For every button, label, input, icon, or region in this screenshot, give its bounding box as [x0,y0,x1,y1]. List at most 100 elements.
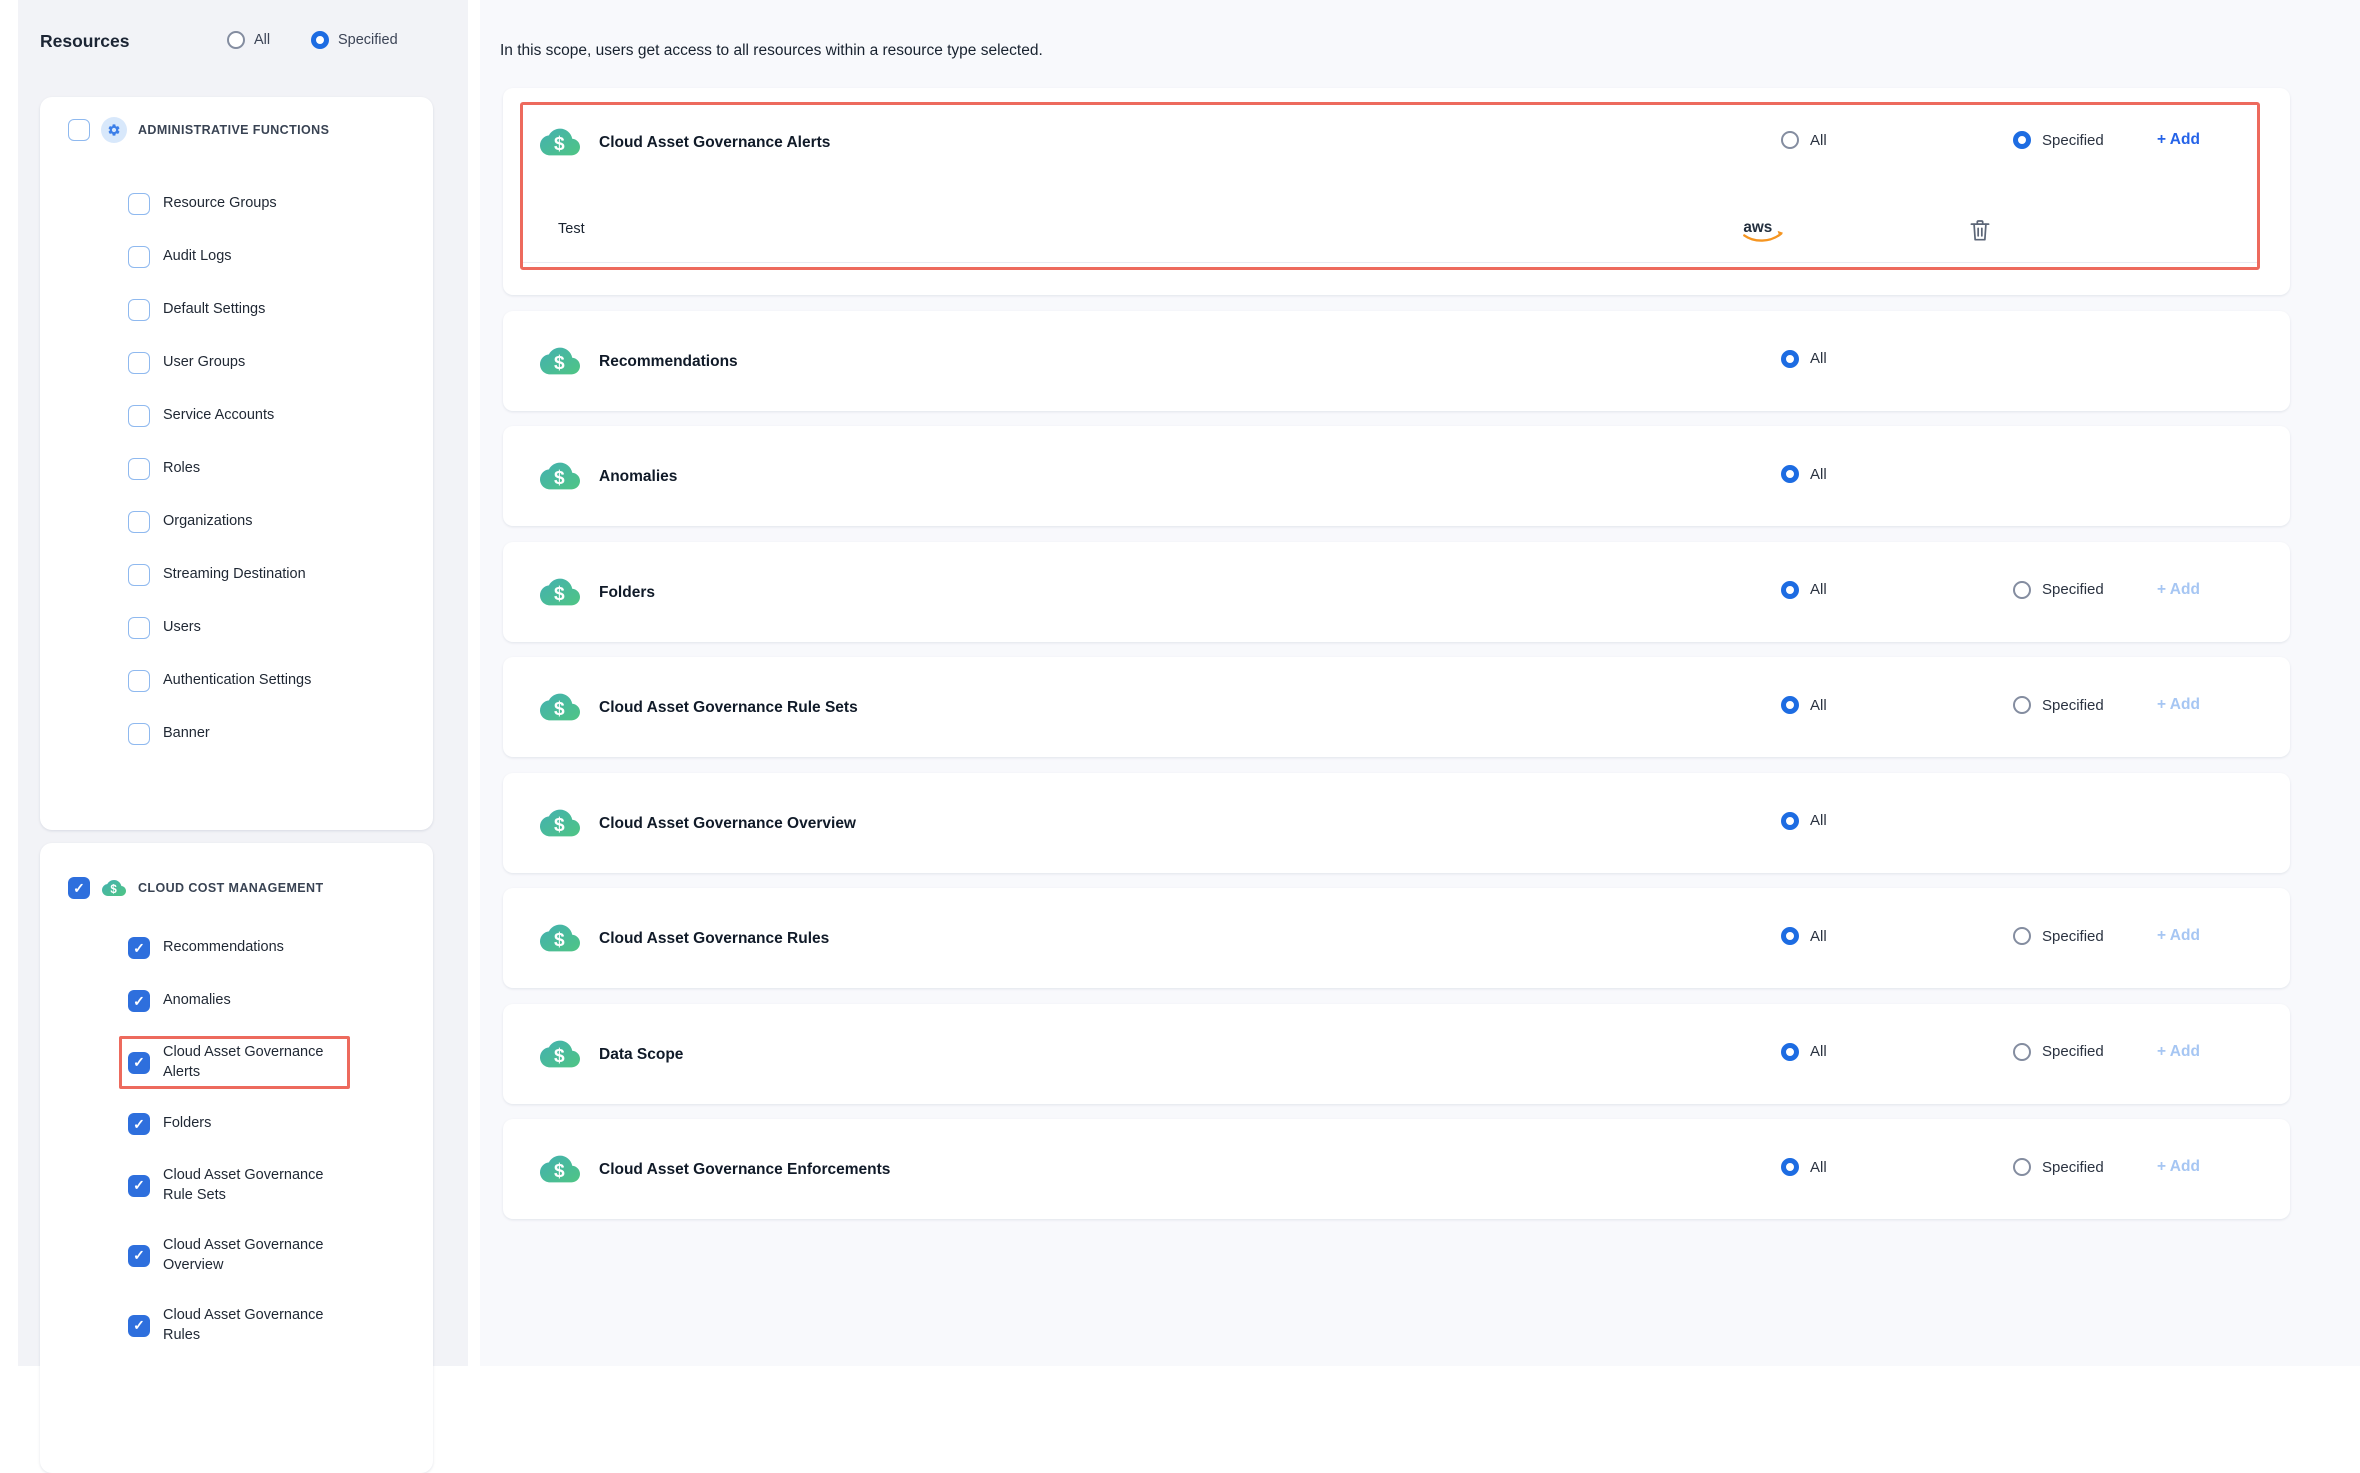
highlight-frame [520,102,2260,270]
radio-all[interactable] [227,31,245,49]
scope-option-all[interactable]: All [1781,1043,1827,1061]
radio-all[interactable] [1781,465,1799,483]
resource-label: Cloud Asset Governance Rule Sets [163,1166,338,1205]
scope-option-all[interactable]: All [1781,131,1827,149]
radio-specified-label: Specified [2042,1043,2104,1060]
section-label: ADMINISTRATIVE FUNCTIONS [138,123,329,137]
scope-option-specified[interactable]: Specified [2013,581,2104,599]
sidebar-resource-item: Streaming Destination [128,564,338,586]
resource-checkbox[interactable] [128,458,150,480]
cloud-dollar-icon: $ [540,1034,580,1074]
radio-specified[interactable] [2013,1158,2031,1176]
resource-checkbox[interactable] [128,1245,150,1267]
radio-all-label: All [1810,812,1827,829]
radio-all[interactable] [1781,581,1799,599]
scope-option-specified[interactable]: Specified [2013,927,2104,945]
radio-specified-label: Specified [2042,581,2104,598]
sidebar-resource-item: Default Settings [128,299,338,321]
scope-option-all[interactable]: All [1781,812,1827,830]
section-items: Recommendations Anomalies Cloud Asset Go… [128,937,433,1346]
radio-all-label: All [254,32,270,48]
radio-specified[interactable] [2013,581,2031,599]
resource-type-card: $ Recommendations All Specified + Add [503,311,2290,411]
radio-all[interactable] [1781,350,1799,368]
resource-type-card-highlighted: $ Cloud Asset Governance Alerts All Spec… [503,88,2290,295]
radio-specified[interactable] [2013,1043,2031,1061]
radio-all-label: All [1810,1159,1827,1176]
resource-checkbox[interactable] [128,990,150,1012]
radio-specified-label: Specified [2042,132,2104,149]
scope-option-all[interactable]: All [1781,696,1827,714]
scope-option-all[interactable]: All [1781,465,1827,483]
resource-checkbox[interactable] [128,937,150,959]
resource-label: Banner [163,724,338,744]
resource-cards: $ Cloud Asset Governance Alerts All Spec… [503,88,2290,1219]
radio-all[interactable] [1781,131,1799,149]
sidebar-scope-all[interactable]: All [227,31,270,49]
divider [520,262,2260,263]
svg-text:$: $ [554,815,565,836]
add-button[interactable]: + Add [2157,927,2200,945]
sidebar-resource-item: Cloud Asset Governance Overview [128,1236,338,1275]
cloud-dollar-icon: $ [540,1149,580,1189]
resource-type-card: $ Anomalies All Specified + Add [503,426,2290,526]
sidebar-resource-item: Audit Logs [128,246,338,268]
radio-all[interactable] [1781,812,1799,830]
radio-all[interactable] [1781,696,1799,714]
resource-checkbox[interactable] [128,723,150,745]
resource-checkbox[interactable] [128,1175,150,1197]
scope-option-specified[interactable]: Specified [2013,131,2104,149]
resource-checkbox[interactable] [128,1113,150,1135]
scope-option-all[interactable]: All [1781,581,1827,599]
resource-label: Anomalies [163,991,338,1011]
section-checkbox[interactable] [68,119,90,141]
resource-checkbox[interactable] [128,1052,150,1074]
add-button[interactable]: + Add [2157,1043,2200,1061]
resource-type-card: $ Cloud Asset Governance Rules All Speci… [503,888,2290,988]
add-button[interactable]: + Add [2157,1158,2200,1176]
radio-specified-label: Specified [2042,928,2104,945]
radio-specified[interactable] [2013,131,2031,149]
sidebar-scope-specified[interactable]: Specified [311,31,398,49]
radio-all-label: All [1810,350,1827,367]
sidebar-resource-item: Authentication Settings [128,670,338,692]
scope-option-specified[interactable]: Specified [2013,1158,2104,1176]
sidebar-resource-item: Resource Groups [128,193,338,215]
resource-checkbox[interactable] [128,1315,150,1337]
radio-all[interactable] [1781,1043,1799,1061]
resources-sidebar: Resources All Specified ADMINISTRATIVE F… [18,0,468,1366]
scope-option-all[interactable]: All [1781,927,1827,945]
resource-checkbox[interactable] [128,299,150,321]
add-button[interactable]: + Add [2157,696,2200,714]
scope-option-all[interactable]: All [1781,350,1827,368]
section-checkbox[interactable] [68,877,90,899]
radio-all[interactable] [1781,1158,1799,1176]
resource-checkbox[interactable] [128,352,150,374]
scope-option-specified[interactable]: Specified [2013,696,2104,714]
delete-icon[interactable] [1967,216,1993,249]
scope-option-all[interactable]: All [1781,1158,1827,1176]
resource-checkbox[interactable] [128,564,150,586]
sidebar-resource-item: Cloud Asset Governance Rules [128,1306,338,1345]
radio-specified[interactable] [2013,696,2031,714]
radio-all[interactable] [1781,927,1799,945]
resource-checkbox[interactable] [128,405,150,427]
scope-option-specified[interactable]: Specified [2013,1043,2104,1061]
svg-text:$: $ [554,699,565,720]
resource-type-title: Anomalies [599,468,677,486]
svg-text:$: $ [554,1161,565,1182]
radio-specified[interactable] [2013,927,2031,945]
cloud-dollar-icon: $ [540,572,580,612]
resource-checkbox[interactable] [128,617,150,639]
resource-label: Resource Groups [163,194,338,214]
resource-checkbox[interactable] [128,246,150,268]
radio-specified[interactable] [311,31,329,49]
aws-icon: aws [1738,213,1792,252]
add-button[interactable]: + Add [2157,581,2200,599]
resource-label: Streaming Destination [163,565,338,585]
resource-checkbox[interactable] [128,511,150,533]
add-button[interactable]: + Add [2157,131,2200,149]
resource-type-title: Cloud Asset Governance Rules [599,930,829,948]
resource-checkbox[interactable] [128,670,150,692]
resource-checkbox[interactable] [128,193,150,215]
